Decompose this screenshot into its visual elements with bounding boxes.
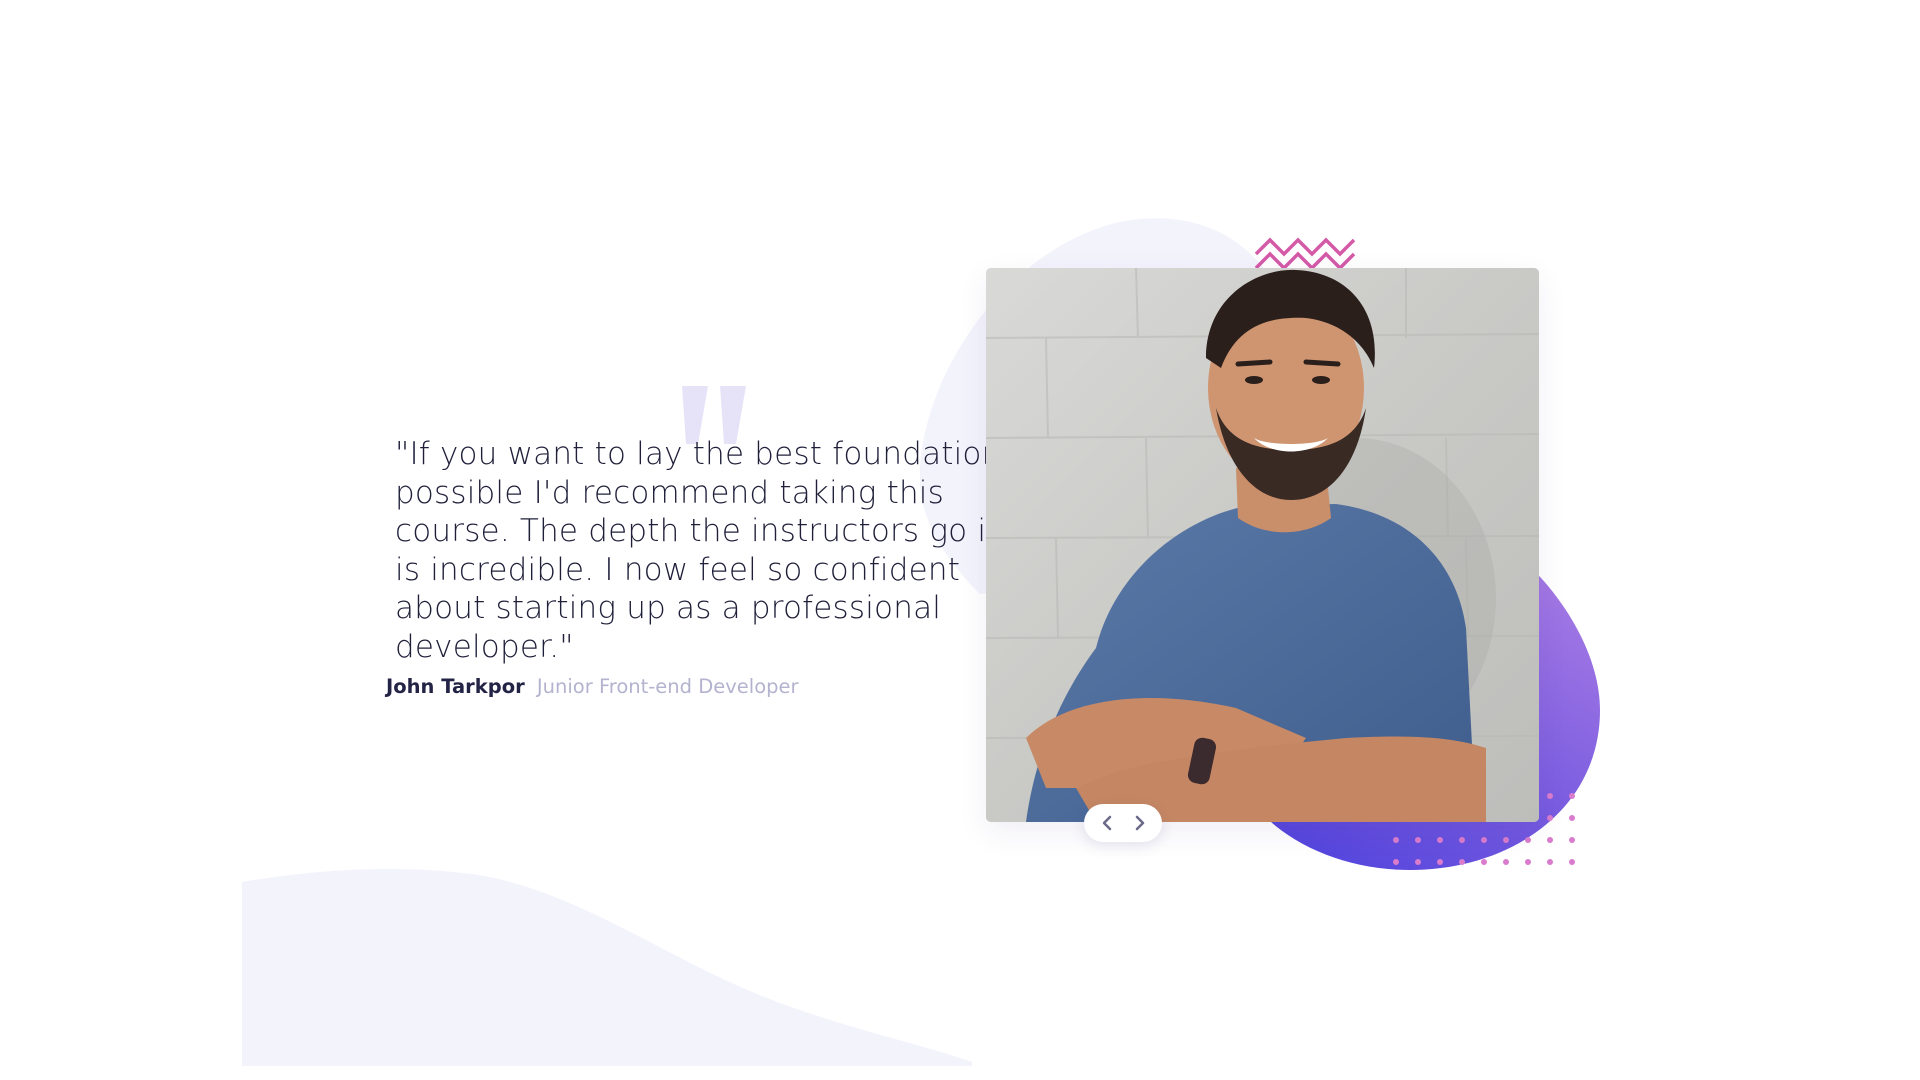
- slider-navigation: [1084, 804, 1162, 842]
- previous-button[interactable]: [1093, 809, 1121, 837]
- author-photo: [986, 268, 1539, 822]
- chevron-right-icon: [1135, 815, 1144, 831]
- decorative-dot: [1459, 859, 1465, 865]
- decorative-dot: [1547, 837, 1553, 843]
- decorative-dot: [1569, 859, 1575, 865]
- decorative-dot: [1437, 837, 1443, 843]
- decorative-dot: [1547, 859, 1553, 865]
- testimonial-section: "If you want to lay the best foundation …: [0, 0, 1920, 1080]
- testimonial-attribution: John Tarkpor Junior Front-end Developer: [386, 675, 799, 698]
- decorative-dot: [1569, 815, 1575, 821]
- decorative-dot: [1569, 793, 1575, 799]
- zigzag-decoration: [1254, 237, 1356, 270]
- decorative-dot: [1415, 859, 1421, 865]
- decorative-dot: [1415, 837, 1421, 843]
- testimonial-quote: "If you want to lay the best foundation …: [395, 436, 1038, 665]
- decorative-dot: [1437, 859, 1443, 865]
- author-name: John Tarkpor: [386, 675, 525, 698]
- decorative-dot: [1393, 859, 1399, 865]
- decorative-dot: [1481, 859, 1487, 865]
- decorative-dot: [1481, 837, 1487, 843]
- chevron-left-icon: [1102, 815, 1111, 831]
- author-role: Junior Front-end Developer: [536, 675, 799, 698]
- decorative-dot: [1525, 837, 1531, 843]
- decorative-dot: [1547, 815, 1553, 821]
- decorative-dot: [1503, 859, 1509, 865]
- decorative-dot: [1547, 793, 1553, 799]
- decorative-dot: [1569, 837, 1575, 843]
- decorative-dot: [1525, 859, 1531, 865]
- next-button[interactable]: [1126, 809, 1154, 837]
- decorative-dot: [1393, 837, 1399, 843]
- background-wave-shape: [242, 868, 972, 1066]
- decorative-dot: [1459, 837, 1465, 843]
- decorative-dot: [1503, 837, 1509, 843]
